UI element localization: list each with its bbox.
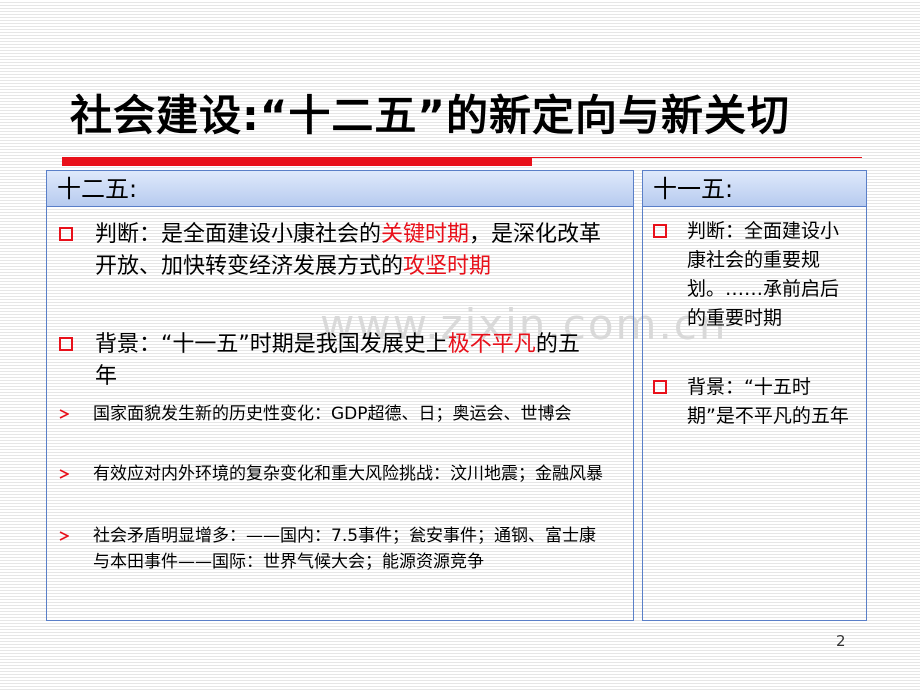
right-panel-header: 十一五: [643,171,866,207]
judgement-text: 判断：是全面建设小康社会的关键时期，是深化改革开放、加快转变经济发展方式的攻坚时… [95,219,615,283]
title-underline-thin [532,157,862,158]
slide-title: 社会建设:“十二五”的新定向与新关切 [70,91,791,140]
background-item: 背景：“十一五”时期是我国发展史上极不平凡的五年 [59,329,619,393]
sub-bullet-1-text: 国家面貌发生新的历史性变化：GDP超德、日；奥运会、世博会 [93,404,572,424]
right-item-1: 判断：全面建设小康社会的重要规划。……承前启后的重要时期 [653,217,858,333]
judgement-red1: 关键时期 [381,222,470,247]
sub-bullet-1: 国家面貌发生新的历史性变化：GDP超德、日；奥运会、世博会 [59,401,619,427]
judgement-item: 判断：是全面建设小康社会的关键时期，是深化改革开放、加快转变经济发展方式的攻坚时… [59,219,619,283]
square-bullet-icon [653,380,667,394]
arrow-bullet-icon [59,469,69,479]
right-item-2-text: 背景：“十五时期”是不平凡的五年 [687,376,849,427]
sub-bullet-3: 社会矛盾明显增多：——国内：7.5事件；瓮安事件；通钢、富士康与本田事件——国际… [59,523,619,575]
sub-bullet-2: 有效应对内外环境的复杂变化和重大风险挑战：汶川地震；金融风暴 [59,461,619,487]
background-red: 极不平凡 [447,332,536,357]
left-panel: 十二五: 判断：是全面建设小康社会的关键时期，是深化改革开放、加快转变经济发展方… [46,170,634,621]
arrow-bullet-icon [59,531,69,541]
background-text: 背景：“十一五”时期是我国发展史上极不平凡的五年 [95,329,595,393]
background-prefix: 背景：“十一五”时期是我国发展史上 [95,332,448,357]
square-bullet-icon [653,224,667,238]
right-panel: 十一五: 判断：全面建设小康社会的重要规划。……承前启后的重要时期 背景：“十五… [642,170,867,621]
right-item-1-text: 判断：全面建设小康社会的重要规划。……承前启后的重要时期 [687,220,840,329]
arrow-bullet-icon [59,409,69,419]
sub-bullet-3-text: 社会矛盾明显增多：——国内：7.5事件；瓮安事件；通钢、富士康与本田事件——国际… [93,526,597,572]
page-number: 2 [836,632,846,650]
left-panel-header: 十二五: [47,171,633,207]
judgement-red2: 攻坚时期 [403,254,492,279]
square-bullet-icon [59,227,73,241]
square-bullet-icon [59,337,73,351]
right-item-2: 背景：“十五时期”是不平凡的五年 [653,373,858,431]
judgement-prefix: 判断：是全面建设小康社会的 [95,222,382,247]
title-underline-red [62,157,532,166]
sub-bullet-2-text: 有效应对内外环境的复杂变化和重大风险挑战：汶川地震；金融风暴 [93,464,603,484]
